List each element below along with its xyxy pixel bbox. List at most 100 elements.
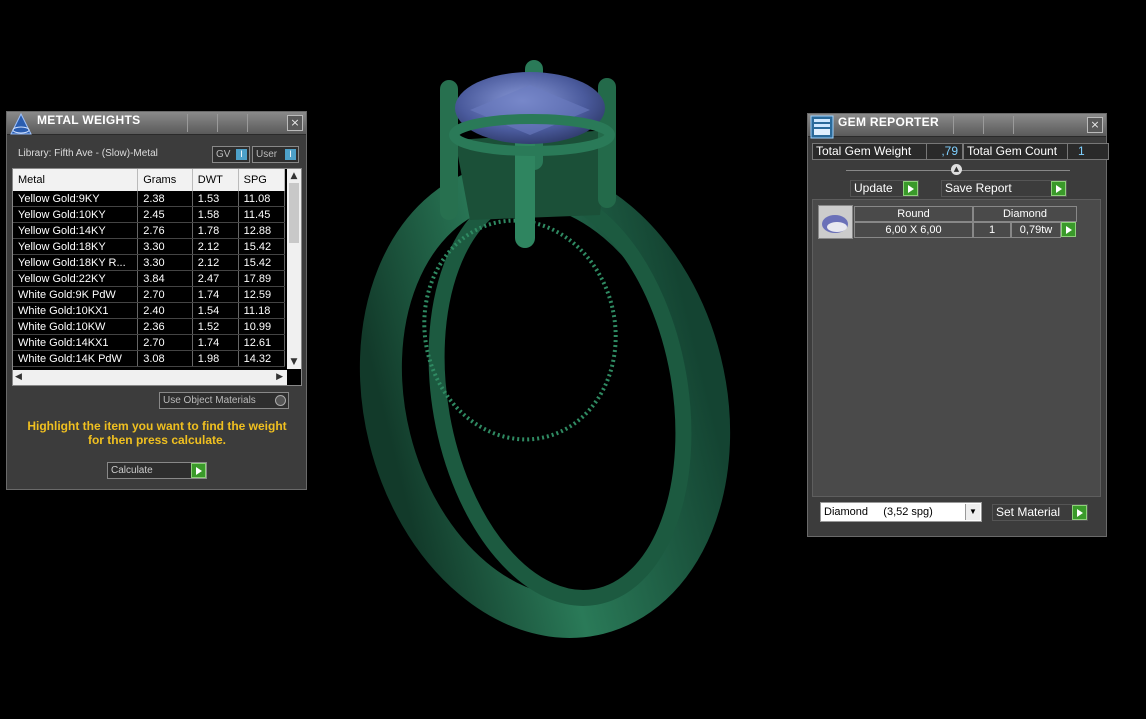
metal-cell: Yellow Gold:18KY R...: [13, 254, 139, 271]
user-toggle-icon: I: [285, 149, 296, 160]
calculate-label: Calculate: [111, 465, 153, 476]
metal-weights-icon: [10, 113, 32, 135]
grams-cell: 3.84: [137, 270, 193, 287]
scroll-up-icon[interactable]: ▲: [287, 169, 301, 183]
use-object-materials-toggle[interactable]: Use Object Materials: [159, 392, 289, 409]
save-report-label: Save Report: [945, 181, 1012, 195]
metal-cell: Yellow Gold:14KY: [13, 222, 139, 239]
dwt-cell: 2.12: [192, 254, 239, 271]
dwt-cell: 1.58: [192, 206, 239, 223]
play-icon: [903, 181, 918, 196]
spg-cell: 11.45: [238, 206, 285, 223]
grams-cell: 2.38: [137, 191, 193, 207]
metal-cell: Yellow Gold:22KY: [13, 270, 139, 287]
set-material-button[interactable]: Set Material: [992, 504, 1088, 521]
ring-model: [359, 60, 731, 638]
spg-cell: 17.89: [238, 270, 285, 287]
spg-cell: 11.08: [238, 191, 285, 207]
total-gem-weight-label: Total Gem Weight: [812, 143, 927, 160]
table-row[interactable]: Yellow Gold:22KY 3.84 2.47 17.89: [13, 270, 285, 287]
col-metal[interactable]: Metal: [13, 169, 139, 191]
table-row[interactable]: Yellow Gold:14KY 2.76 1.78 12.88: [13, 222, 285, 239]
table-row[interactable]: Yellow Gold:9KY 2.38 1.53 11.08: [13, 191, 285, 207]
scroll-right-icon[interactable]: ▶: [276, 370, 283, 385]
collapse-icon[interactable]: ▲: [951, 164, 962, 175]
close-icon[interactable]: ×: [1087, 117, 1103, 133]
gem-reporter-panel: GEM REPORTER × Total Gem Weight ,79 Tota…: [807, 113, 1109, 537]
gem-shape: Round: [854, 206, 973, 222]
dwt-cell: 2.12: [192, 238, 239, 255]
user-toggle[interactable]: User I: [252, 146, 299, 163]
horizontal-scrollbar[interactable]: ◀ ▶: [13, 370, 287, 385]
gv-toggle[interactable]: GV I: [212, 146, 250, 163]
table-row[interactable]: White Gold:14KX1 2.70 1.74 12.61: [13, 334, 285, 351]
table-row[interactable]: White Gold:14K PdW 3.08 1.98 14.32: [13, 350, 285, 367]
gem-weight: 0,79tw: [1011, 222, 1061, 238]
scroll-down-icon[interactable]: ▼: [287, 355, 301, 369]
gem-list: Round Diamond 6,00 X 6,00 1 0,79tw: [812, 199, 1101, 497]
metal-cell: Yellow Gold:10KY: [13, 206, 139, 223]
col-dwt[interactable]: DWT: [192, 169, 239, 191]
metal-weights-titlebar[interactable]: METAL WEIGHTS ×: [7, 112, 306, 135]
table-row[interactable]: Yellow Gold:18KY R... 3.30 2.12 15.42: [13, 254, 285, 271]
metal-table-header: Metal Grams DWT SPG: [13, 169, 285, 191]
dwt-cell: 1.52: [192, 318, 239, 335]
total-gem-weight-value: ,79: [926, 143, 963, 160]
spg-cell: 12.61: [238, 334, 285, 351]
dwt-cell: 2.47: [192, 270, 239, 287]
col-spg[interactable]: SPG: [238, 169, 285, 191]
col-grams[interactable]: Grams: [137, 169, 193, 191]
use-object-materials-label: Use Object Materials: [163, 395, 256, 406]
table-row[interactable]: Yellow Gold:18KY 3.30 2.12 15.42: [13, 238, 285, 255]
table-row[interactable]: White Gold:9K PdW 2.70 1.74 12.59: [13, 286, 285, 303]
save-report-button[interactable]: Save Report: [941, 180, 1067, 197]
grams-cell: 3.30: [137, 254, 193, 271]
grams-cell: 2.36: [137, 318, 193, 335]
radio-icon: [275, 395, 286, 406]
spg-cell: 10.99: [238, 318, 285, 335]
grams-cell: 3.08: [137, 350, 193, 367]
total-gem-count-value: 1: [1067, 143, 1109, 160]
gem-reporter-icon: [810, 115, 834, 139]
table-row[interactable]: White Gold:10KX1 2.40 1.54 11.18: [13, 302, 285, 319]
grams-cell: 3.30: [137, 238, 193, 255]
material-select[interactable]: Diamond (3,52 spg) ▼: [820, 502, 982, 522]
scroll-left-icon[interactable]: ◀: [15, 370, 22, 385]
play-icon: [1072, 505, 1087, 520]
metal-cell: White Gold:14KX1: [13, 334, 139, 351]
metal-cell: White Gold:10KW: [13, 318, 139, 335]
table-row[interactable]: Yellow Gold:10KY 2.45 1.58 11.45: [13, 206, 285, 223]
gem-reporter-titlebar[interactable]: GEM REPORTER ×: [808, 114, 1106, 139]
scroll-thumb[interactable]: [289, 183, 299, 243]
gem-size: 6,00 X 6,00: [854, 222, 973, 238]
spg-cell: 11.18: [238, 302, 285, 319]
set-material-label: Set Material: [996, 505, 1061, 519]
dwt-cell: 1.98: [192, 350, 239, 367]
spg-cell: 12.88: [238, 222, 285, 239]
grams-cell: 2.70: [137, 286, 193, 303]
gv-toggle-icon: I: [236, 149, 247, 160]
spg-cell: 14.32: [238, 350, 285, 367]
play-icon: [1051, 181, 1066, 196]
total-gem-count-label: Total Gem Count: [963, 143, 1068, 160]
update-button[interactable]: Update: [850, 180, 919, 197]
table-row[interactable]: White Gold:10KW 2.36 1.52 10.99: [13, 318, 285, 335]
dwt-cell: 1.54: [192, 302, 239, 319]
metal-cell: White Gold:10KX1: [13, 302, 139, 319]
chevron-down-icon[interactable]: ▼: [965, 504, 980, 520]
grams-cell: 2.76: [137, 222, 193, 239]
metal-weights-title: METAL WEIGHTS: [37, 113, 141, 127]
metal-weights-panel: METAL WEIGHTS × Library: Fifth Ave - (Sl…: [6, 111, 307, 490]
metal-cell: Yellow Gold:18KY: [13, 238, 139, 255]
vertical-scrollbar[interactable]: ▲ ▼: [287, 169, 301, 369]
gem-detail-icon[interactable]: [1061, 222, 1076, 237]
grams-cell: 2.45: [137, 206, 193, 223]
close-icon[interactable]: ×: [287, 115, 303, 131]
gem-thumbnail-icon: [818, 205, 853, 239]
gem-row[interactable]: Round Diamond 6,00 X 6,00 1 0,79tw: [818, 205, 1077, 239]
gem-material: Diamond: [973, 206, 1077, 222]
play-icon: [191, 463, 206, 478]
calculate-button[interactable]: Calculate: [107, 462, 207, 479]
grams-cell: 2.70: [137, 334, 193, 351]
grams-cell: 2.40: [137, 302, 193, 319]
